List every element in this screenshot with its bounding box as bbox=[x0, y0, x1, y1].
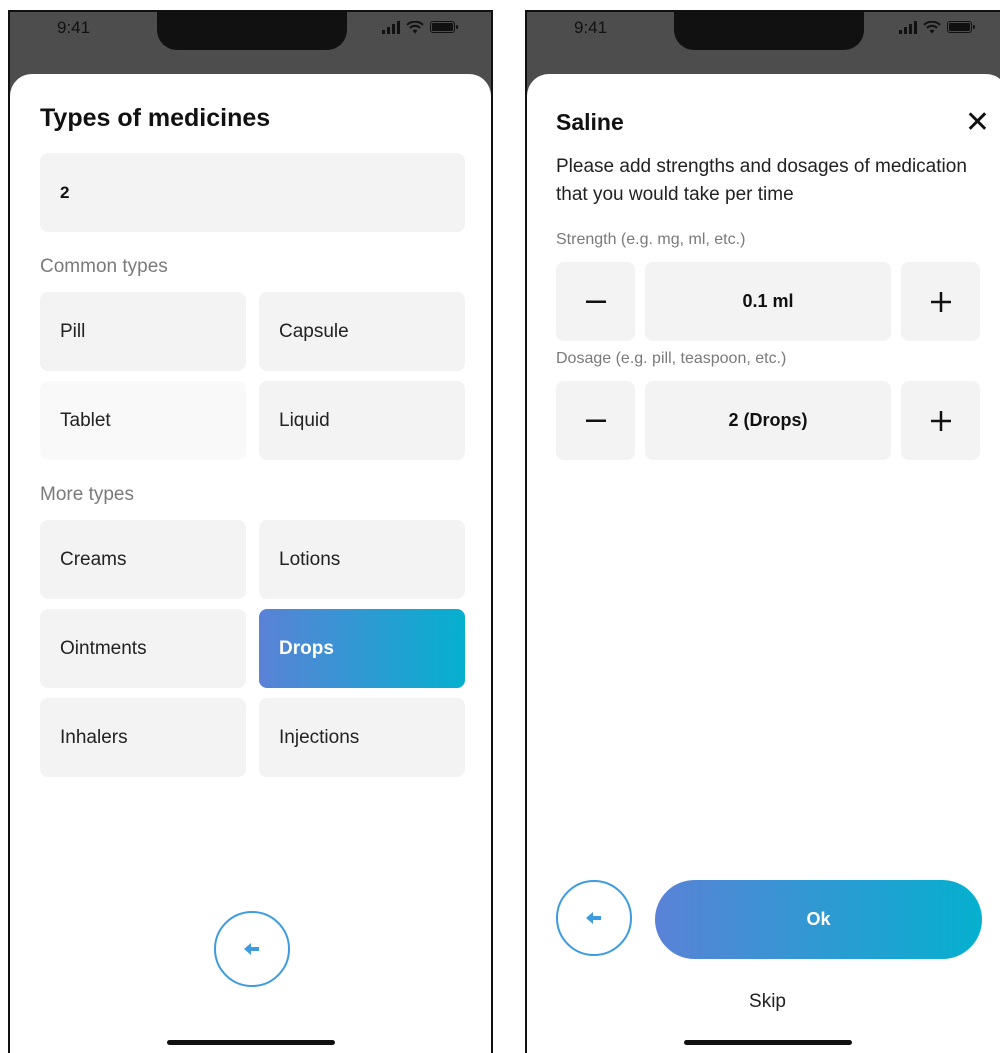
type-tile-pill[interactable]: Pill bbox=[40, 292, 246, 371]
type-tile-ointments[interactable]: Ointments bbox=[40, 609, 246, 688]
back-arrow-icon bbox=[586, 912, 601, 924]
phone-screen-dosage: 9:41 Saline ✕ Please add strengths and d… bbox=[525, 10, 1000, 1053]
status-bar: 9:41 bbox=[10, 12, 491, 74]
medicine-count-input[interactable]: 2 bbox=[40, 153, 465, 232]
close-icon[interactable]: ✕ bbox=[965, 108, 990, 138]
medicine-title: Saline bbox=[556, 109, 624, 135]
home-indicator bbox=[166, 1040, 335, 1045]
more-types-label: More types bbox=[40, 484, 134, 505]
dosage-plus-button[interactable] bbox=[901, 381, 980, 460]
skip-link[interactable]: Skip bbox=[527, 991, 1000, 1013]
wifi-icon bbox=[406, 20, 424, 34]
notch bbox=[674, 12, 864, 50]
strength-minus-button[interactable] bbox=[556, 262, 635, 341]
type-tile-liquid[interactable]: Liquid bbox=[259, 381, 465, 460]
minus-icon bbox=[585, 300, 606, 303]
plus-icon bbox=[930, 291, 951, 312]
type-tile-capsule[interactable]: Capsule bbox=[259, 292, 465, 371]
minus-icon bbox=[585, 419, 606, 422]
back-button[interactable] bbox=[214, 911, 290, 987]
type-tile-lotions[interactable]: Lotions bbox=[259, 520, 465, 599]
dosage-minus-button[interactable] bbox=[556, 381, 635, 460]
instructions-text: Please add strengths and dosages of medi… bbox=[556, 156, 967, 205]
battery-icon bbox=[947, 21, 975, 33]
battery-icon bbox=[430, 21, 458, 33]
status-time: 9:41 bbox=[57, 18, 91, 37]
status-bar: 9:41 bbox=[527, 12, 1000, 74]
type-tile-tablet[interactable]: Tablet bbox=[40, 381, 246, 460]
strength-plus-button[interactable] bbox=[901, 262, 980, 341]
page-title: Types of medicines bbox=[40, 104, 271, 132]
back-button[interactable] bbox=[556, 880, 632, 956]
type-tile-inhalers[interactable]: Inhalers bbox=[40, 698, 246, 777]
notch bbox=[157, 12, 347, 50]
type-tile-injections[interactable]: Injections bbox=[259, 698, 465, 777]
type-tile-drops[interactable]: Drops bbox=[259, 609, 465, 688]
common-types-label: Common types bbox=[40, 256, 168, 277]
ok-button[interactable]: Ok bbox=[655, 880, 982, 959]
wifi-icon bbox=[923, 20, 941, 34]
status-icons bbox=[899, 20, 975, 34]
dosage-sheet: Saline ✕ Please add strengths and dosage… bbox=[527, 74, 1000, 1053]
strength-label: Strength (e.g. mg, ml, etc.) bbox=[556, 231, 746, 248]
signal-icon bbox=[899, 20, 917, 34]
plus-icon bbox=[930, 410, 951, 431]
status-icons bbox=[382, 20, 458, 34]
home-indicator bbox=[683, 1040, 852, 1045]
phone-screen-types: 9:41 Types of medicines 2 Common types P… bbox=[8, 10, 493, 1053]
back-arrow-icon bbox=[244, 943, 259, 955]
signal-icon bbox=[382, 20, 400, 34]
status-time: 9:41 bbox=[574, 18, 608, 37]
dosage-value: 2 (Drops) bbox=[645, 381, 891, 460]
strength-value: 0.1 ml bbox=[645, 262, 891, 341]
type-tile-creams[interactable]: Creams bbox=[40, 520, 246, 599]
types-sheet: Types of medicines 2 Common types Pill C… bbox=[10, 74, 491, 1053]
dosage-label: Dosage (e.g. pill, teaspoon, etc.) bbox=[556, 350, 787, 367]
